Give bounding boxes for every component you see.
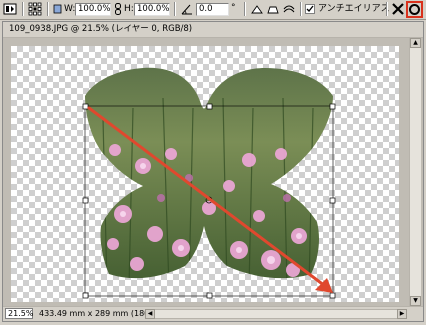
scroll-down-arrow[interactable]: ▼	[410, 296, 421, 306]
cancel-icon[interactable]	[391, 2, 405, 16]
scroll-left-arrow[interactable]: ◀	[145, 309, 155, 319]
antialias-checkbox[interactable]	[305, 4, 315, 14]
butterfly-image-layer[interactable]	[3, 38, 423, 306]
canvas-area[interactable]	[3, 38, 423, 306]
horizontal-scrollbar[interactable]: ◀ ▶	[145, 309, 407, 319]
toolbar-separator	[244, 2, 246, 16]
width-input[interactable]: 100.0%	[75, 3, 111, 16]
zoom-level-field[interactable]: 21.5%	[5, 308, 33, 319]
scroll-up-arrow[interactable]: ▲	[410, 38, 421, 48]
scroll-right-arrow[interactable]: ▶	[397, 309, 407, 319]
degree-symbol: °	[231, 3, 236, 13]
skew-v-icon[interactable]	[266, 2, 280, 16]
angle-input[interactable]: 0.0	[196, 3, 229, 16]
skew-h-icon[interactable]	[250, 2, 264, 16]
height-input[interactable]: 100.0%	[134, 3, 170, 16]
toolbar-separator	[47, 2, 49, 16]
vertical-scrollbar[interactable]: ▲ ▼	[409, 38, 421, 306]
height-label: H:	[124, 4, 134, 14]
antialias-label: アンチエイリアス	[318, 4, 390, 14]
width-icon	[53, 3, 62, 15]
toolbar-separator	[386, 2, 388, 16]
angle-icon	[180, 2, 194, 16]
warp-icon[interactable]	[282, 2, 296, 16]
status-bar: 21.5% 433.49 mm x 289 mm (180 ppi) ◀ ▶	[3, 306, 423, 321]
commit-circle-icon[interactable]	[409, 4, 420, 15]
toolbar-separator	[174, 2, 176, 16]
tool-preset-icon[interactable]	[3, 2, 17, 16]
width-label: W:	[64, 4, 76, 14]
reference-point-icon[interactable]	[28, 2, 42, 16]
document-window: 109_0938.JPG @ 21.5% (レイヤー 0, RGB/8) ▲ ▼…	[2, 21, 424, 322]
link-icon[interactable]	[114, 3, 122, 15]
options-bar: W: 100.0% H: 100.0% 0.0 ° アンチエイリアス	[0, 0, 426, 20]
document-title: 109_0938.JPG @ 21.5% (レイヤー 0, RGB/8)	[9, 24, 193, 34]
commit-button-highlight[interactable]	[406, 1, 423, 18]
toolbar-separator	[22, 2, 24, 16]
toolbar-separator	[300, 2, 302, 16]
document-title-bar[interactable]: 109_0938.JPG @ 21.5% (レイヤー 0, RGB/8)	[3, 22, 423, 38]
